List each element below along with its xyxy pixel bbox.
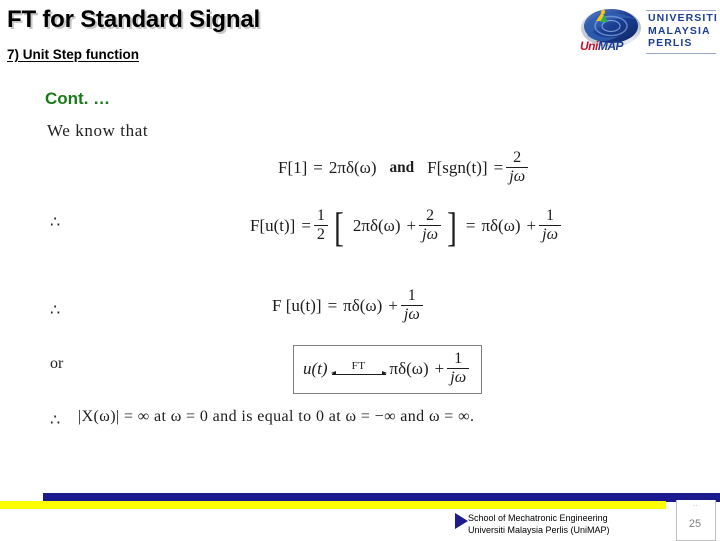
footer-yellow-bar — [0, 501, 666, 509]
logo-line-1: UNIVERSITI — [648, 12, 718, 24]
page-subtitle: 7) Unit Step function — [7, 47, 139, 62]
footer-line-1: School of Mechatronic Engineering — [468, 513, 608, 523]
equation-2: F[u(t)] = 1 2 [ 2πδ(ω) + 2 jω ] = πδ(ω) … — [250, 207, 564, 249]
equation-3: F [u(t)] = πδ(ω) + 1 jω — [272, 287, 426, 324]
footer-triangle-icon — [455, 513, 468, 529]
unimap-logo: UniMAP UNIVERSITI MALAYSIA PERLIS — [578, 4, 718, 58]
equation-4-box: u(t) FT πδ(ω) + 1 jω — [293, 345, 483, 394]
eq1-conjunction: and — [389, 158, 415, 176]
eq4-frac-numerator: 1 — [454, 350, 463, 367]
eq1-equals: = — [313, 157, 323, 177]
eq3-plus: + — [388, 295, 398, 315]
eq3-rhs: πδ(ω) — [343, 295, 383, 315]
ft-arrow-label: FT — [351, 359, 366, 372]
logo-wordmark: UniMAP — [580, 39, 624, 53]
page-mark: ·· — [692, 501, 698, 510]
eq2-term-2: πδ(ω) — [481, 215, 521, 235]
logo-wordmark-uni: Uni — [580, 39, 598, 53]
eq2-frac2-numerator: 1 — [546, 207, 555, 224]
eq2-fraction-1: 2 jω — [419, 207, 441, 244]
logo-rule-bottom — [646, 53, 716, 54]
page-number: 25 — [688, 518, 702, 530]
footer-text: School of Mechatronic Engineering Univer… — [468, 512, 610, 536]
eq2-term-1: 2πδ(ω) — [352, 215, 401, 235]
eq2-plus-1: + — [406, 215, 417, 235]
intro-text: We know that — [47, 121, 149, 140]
eq1-fraction: 2 jω — [506, 149, 529, 186]
eq2-equals-2: = — [465, 215, 476, 235]
eq4-rhs: πδ(ω) — [389, 358, 429, 378]
logo-university-text: UNIVERSITI MALAYSIA PERLIS — [648, 12, 718, 50]
ft-arrow-icon: FT — [330, 359, 387, 376]
eq2-plus-2: + — [526, 215, 537, 235]
or-label: or — [50, 355, 64, 372]
eq2-half-fraction: 1 2 — [313, 207, 328, 244]
equation-5-statement: |X(ω)| = ∞ at ω = 0 and is equal to 0 at… — [78, 408, 475, 425]
eq4-lhs: u(t) — [303, 358, 328, 378]
page-title: FT for Standard Signal — [7, 6, 260, 33]
eq2-fraction-2: 1 jω — [539, 207, 562, 244]
eq2-frac1-denominator: jω — [422, 226, 438, 244]
logo-rule-top — [646, 10, 716, 11]
therefore-symbol-1: ∴ — [50, 214, 61, 231]
eq1-lhs2: F[sgn(t)] — [427, 157, 488, 177]
eq1-frac-numerator: 2 — [513, 149, 522, 166]
slide-canvas: FT for Standard Signal 7) Unit Step func… — [0, 0, 720, 541]
eq2-half-numerator: 1 — [316, 207, 325, 224]
eq2-equals: = — [301, 215, 311, 235]
eq3-equals: = — [327, 295, 338, 315]
equation-1: F[1] = 2πδ(ω) and F[sgn(t)] = 2 jω — [278, 149, 531, 186]
eq3-frac-numerator: 1 — [407, 287, 416, 304]
logo-line-3: PERLIS — [648, 37, 693, 49]
eq4-fraction: 1 jω — [447, 350, 470, 387]
logo-wordmark-map: MAP — [597, 39, 624, 53]
eq1-lhs: F[1] — [278, 157, 308, 177]
eq3-lhs: F [u(t)] — [272, 295, 322, 315]
ft-arrow-line — [330, 371, 387, 376]
eq3-frac-denominator: jω — [403, 306, 420, 324]
eq1-rhs: 2πδ(ω) — [328, 157, 377, 177]
eq2-frac2-denominator: jω — [542, 226, 559, 244]
footer-line-2: Universiti Malaysia Perlis (UniMAP) — [468, 525, 610, 535]
eq2-frac1-numerator: 2 — [425, 207, 435, 224]
therefore-symbol-2: ∴ — [50, 302, 61, 319]
equation-4: u(t) FT πδ(ω) + 1 jω — [303, 350, 472, 387]
continuation-label: Cont. … — [45, 89, 111, 108]
logo-line-2: MALAYSIA — [648, 24, 711, 37]
therefore-symbol-3: ∴ — [50, 412, 61, 429]
eq4-plus: + — [434, 358, 445, 378]
eq3-fraction: 1 jω — [400, 287, 423, 324]
eq1-frac-denominator: jω — [509, 168, 526, 186]
eq1-equals2: = — [493, 157, 504, 177]
eq4-frac-denominator: jω — [450, 369, 467, 387]
eq2-half-denominator: 2 — [316, 226, 325, 244]
eq2-lhs: F[u(t)] — [250, 215, 296, 235]
